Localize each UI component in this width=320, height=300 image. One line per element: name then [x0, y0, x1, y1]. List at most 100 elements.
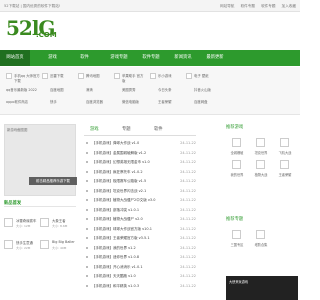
nav-software[interactable]: 软件 — [72, 50, 97, 66]
list-item-title[interactable]: 【手机游戏】幻想英雄无限金币 v1.0 — [92, 157, 150, 167]
list-item-title[interactable]: 【手机游戏】我的世界 v1.2 — [92, 243, 136, 253]
site-logo[interactable]: 52lG .COM — [6, 16, 57, 46]
nav-latest[interactable]: 最新更新 — [200, 50, 230, 66]
game-icon[interactable] — [232, 160, 241, 169]
game-icon[interactable] — [280, 138, 289, 147]
list-item[interactable]: 【手机游戏】弹球大作战 v1.0 24-11-22 — [84, 138, 196, 148]
app-thumbnail[interactable] — [40, 218, 49, 227]
game-label[interactable]: 全城爆破 — [226, 150, 248, 155]
list-item[interactable]: 【手机游戏】植物大战僵尸2中文版 v3.0 24-11-22 — [84, 195, 196, 205]
bullet-icon — [86, 170, 88, 173]
app-name[interactable]: 冰雪奇缘赛车 — [16, 218, 36, 223]
nav-home[interactable]: 网站首页 — [0, 50, 30, 66]
list-item-title[interactable]: 【手机游戏】迷你世界 v1.0.8 — [92, 252, 139, 262]
top-link[interactable]: 软件专题 — [241, 4, 255, 8]
topic-label[interactable]: 塔防合集 — [250, 242, 272, 247]
list-item-title[interactable]: 【手机游戏】疯狂摩托车 v1.0.2 — [92, 167, 143, 177]
app-thumbnail[interactable] — [4, 218, 13, 227]
game-label[interactable]: 我的世界 — [226, 172, 248, 177]
list-item-date: 24-11-22 — [180, 264, 196, 269]
list-item[interactable]: 【手机游戏】和平精英 v1.0.3 24-11-22 — [84, 281, 196, 291]
quick-link[interactable]: 快手 — [50, 99, 57, 104]
list-item[interactable]: 【手机游戏】疯狂摩托车 v1.0.2 24-11-22 — [84, 167, 196, 177]
quick-link[interactable]: 王者荣耀 — [158, 99, 172, 104]
list-item[interactable]: 【手机游戏】天天酷跑 v1.0 24-11-22 — [84, 271, 196, 281]
list-item[interactable]: 【手机游戏】植物大战僵尸 v2.0 24-11-22 — [84, 214, 196, 224]
list-item-title[interactable]: 【手机游戏】弹球大作战 v1.0 — [92, 138, 139, 148]
quick-link[interactable]: oppo软件商店 — [6, 99, 28, 104]
quick-link[interactable]: 今日头条 — [158, 87, 172, 92]
nav-games[interactable]: 游戏 — [40, 50, 65, 66]
tab-games[interactable]: 游戏 — [90, 124, 99, 136]
list-item-title[interactable]: 【手机游戏】金属围城破解版 v1.2 — [92, 148, 146, 158]
tab-topics[interactable]: 专题 — [122, 124, 131, 136]
list-item-title[interactable]: 【手机游戏】天天酷跑 v1.0 — [92, 271, 136, 281]
game-label[interactable]: 植物大战 — [250, 172, 272, 177]
topic-icon[interactable] — [232, 230, 241, 239]
quick-link[interactable]: 百度浏览器 — [86, 99, 103, 104]
quick-link[interactable]: 滴滴 — [86, 87, 93, 92]
app-thumbnail — [6, 73, 12, 79]
game-label[interactable]: 飞机大战 — [274, 150, 296, 155]
list-item-title[interactable]: 【手机游戏】植物大战僵尸 v2.0 — [92, 214, 143, 224]
quick-link[interactable]: 苹果助手 官方版 — [122, 73, 144, 83]
top-link[interactable]: 加入收藏 — [282, 4, 296, 8]
list-item[interactable]: 【手机游戏】球球大作战官方版 v10.1 24-11-22 — [84, 224, 196, 234]
quick-link[interactable]: 百度网盘 — [194, 99, 208, 104]
list-item-title[interactable]: 【手机游戏】和平精英 v1.0.3 — [92, 281, 139, 291]
list-item[interactable]: 【手机游戏】开心消消乐 v1.0.1 24-11-22 — [84, 262, 196, 272]
game-ad[interactable]: 大侠来玩游戏 — [226, 276, 298, 300]
list-item[interactable]: 【手机游戏】金属围城破解版 v1.2 24-11-22 — [84, 148, 196, 158]
app-thumbnail[interactable] — [4, 240, 13, 249]
game-icon[interactable] — [280, 160, 289, 169]
banner-caption[interactable]: 射击精品推荐乐游下载 — [29, 177, 77, 185]
nav-software-topics[interactable]: 软件专题 — [136, 50, 166, 66]
nav-news[interactable]: 新闻资讯 — [168, 50, 198, 66]
nav-game-topics[interactable]: 游戏专题 — [104, 50, 134, 66]
list-item[interactable]: 【手机游戏】坦克世界闪击战 v2.1 24-11-22 — [84, 186, 196, 196]
top-link[interactable]: 软件专题 — [261, 4, 275, 8]
bullet-icon — [86, 284, 88, 287]
topic-label[interactable]: 三国专区 — [226, 242, 248, 247]
featured-banner[interactable]: 新游戏截图图 射击精品推荐乐游下载 — [4, 124, 77, 196]
quick-link[interactable]: 抖音火山版 — [194, 87, 211, 92]
list-item-title[interactable]: 【手机游戏】球球大作战官方版 v10.1 — [92, 224, 152, 234]
game-icon[interactable] — [256, 138, 265, 147]
game-label[interactable]: 坦克世界 — [250, 150, 272, 155]
bullet-icon — [86, 142, 88, 144]
quick-link[interactable]: 电子 壁纸 — [194, 73, 216, 78]
quick-link[interactable]: 迅雷下载 — [50, 73, 64, 78]
list-item[interactable]: 【手机游戏】幻想英雄无限金币 v1.0 24-11-22 — [84, 157, 196, 167]
tab-software[interactable]: 软件 — [154, 124, 163, 136]
app-name[interactable]: Big Big Baller — [52, 240, 75, 244]
list-item[interactable]: 【手机游戏】我的世界 v1.2 24-11-22 — [84, 243, 196, 253]
app-thumbnail[interactable] — [40, 240, 49, 249]
quick-link[interactable]: 百度地图 — [50, 87, 64, 92]
list-item-title[interactable]: 【手机游戏】部落冲突 v1.0.1 — [92, 205, 139, 215]
list-item[interactable]: 【手机游戏】极限赛车公路版 v1.5 24-11-22 — [84, 176, 196, 186]
list-item-title[interactable]: 【手机游戏】极限赛车公路版 v1.5 — [92, 176, 146, 186]
quick-link[interactable]: qq音乐最新版 2022 — [6, 87, 40, 92]
topic-icon[interactable] — [256, 230, 265, 239]
top-link[interactable]: 网站导航 — [220, 4, 234, 8]
list-item[interactable]: 【手机游戏】部落冲突 v1.0.1 24-11-22 — [84, 205, 196, 215]
quick-link[interactable]: 乐小游戏 — [158, 73, 172, 78]
list-item-title[interactable]: 【手机游戏】植物大战僵尸2中文版 v3.0 — [92, 195, 155, 205]
quick-link[interactable]: 美图秀秀 — [122, 87, 136, 92]
list-item-title[interactable]: 【手机游戏】王者荣耀官方版 v3.5.1 — [92, 233, 150, 243]
game-label[interactable]: 王者荣耀 — [274, 172, 296, 177]
app-thumbnail — [150, 73, 156, 79]
game-icon[interactable] — [232, 138, 241, 147]
list-item-date: 24-11-22 — [180, 236, 196, 240]
list-item[interactable]: 【手机游戏】王者荣耀官方版 v3.5.1 24-11-22 — [84, 233, 196, 243]
quick-link[interactable]: 腾讯地图 — [86, 73, 100, 78]
quick-link[interactable]: 手机qq 大师官方下载 — [14, 73, 40, 83]
app-name[interactable]: 大象王者 — [52, 218, 66, 223]
list-item-date: 24-11-22 — [180, 217, 196, 221]
quick-link[interactable]: 微信电脑版 — [122, 99, 139, 104]
game-icon[interactable] — [256, 160, 265, 169]
app-name[interactable]: 快手生意通 — [16, 240, 33, 245]
list-item[interactable]: 【手机游戏】迷你世界 v1.0.8 24-11-22 — [84, 252, 196, 262]
list-item-title[interactable]: 【手机游戏】坦克世界闪击战 v2.1 — [92, 186, 146, 196]
list-item-title[interactable]: 【手机游戏】开心消消乐 v1.0.1 — [92, 262, 143, 272]
